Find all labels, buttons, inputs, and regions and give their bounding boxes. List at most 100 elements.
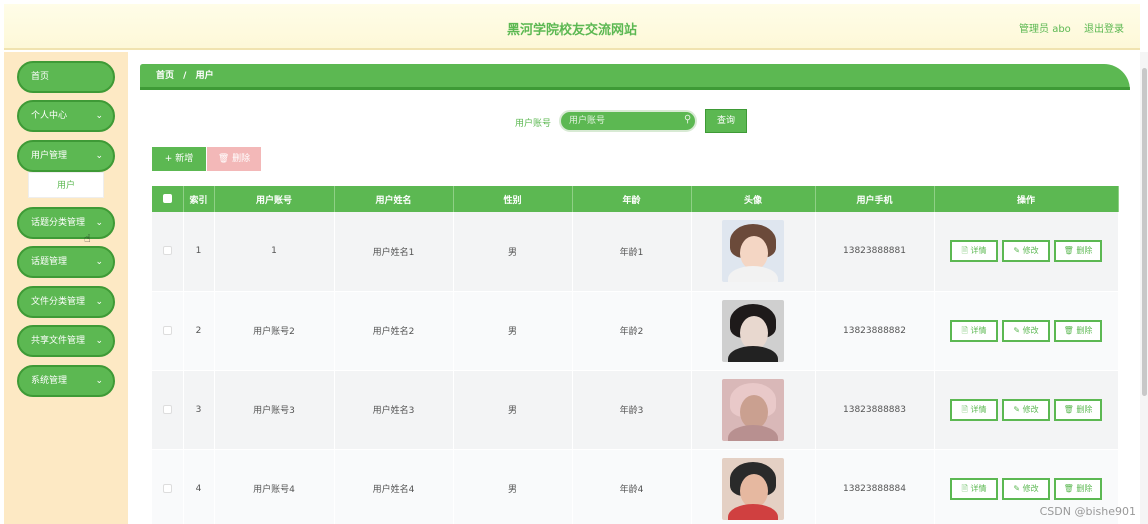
search-input[interactable]	[559, 110, 697, 132]
edit-button[interactable]: ✎ 修改	[1002, 398, 1050, 421]
avatar-face	[740, 473, 768, 508]
avatar-cell	[691, 370, 816, 450]
sidebar-item-topic-management[interactable]: 话题管理 ⌄	[17, 246, 115, 278]
detail-button[interactable]: 🗎 详情	[950, 319, 998, 342]
row-checkbox[interactable]	[162, 404, 172, 414]
sidebar-item-label: 话题管理	[31, 257, 68, 267]
sidebar-item-file-category[interactable]: 文件分类管理 ⌄	[17, 286, 115, 318]
batch-delete-button[interactable]: 🗑 删除	[207, 147, 261, 171]
search-icon: ⚲	[684, 114, 692, 125]
phone-cell: 13823888883	[815, 370, 935, 450]
detail-button[interactable]: 🗎 详情	[950, 240, 998, 263]
table-row: 1 1 用户姓名1 男 年龄1 13823888881 🗎 详情 ✎ 修改 🗑 删除	[152, 212, 1119, 292]
breadcrumb: 首页 / 用户	[140, 64, 1130, 90]
select-all-header	[152, 186, 184, 212]
detail-button[interactable]: 🗎 详情	[950, 477, 998, 500]
operations-cell: 🗎 详情 ✎ 修改 🗑 删除	[934, 212, 1119, 292]
avatar-cell	[691, 449, 816, 524]
avatar-body	[728, 424, 778, 441]
column-header[interactable]: 用户姓名	[334, 186, 454, 212]
operations-cell: 🗎 详情 ✎ 修改 🗑 删除	[934, 291, 1119, 371]
name-cell: 用户姓名2	[334, 291, 454, 371]
delete-button[interactable]: 🗑 删除	[1054, 240, 1102, 263]
avatar[interactable]	[722, 378, 784, 441]
chevron-down-icon: ⌄	[95, 257, 103, 267]
gender-cell: 男	[453, 212, 573, 292]
row-checkbox[interactable]	[162, 483, 172, 493]
breadcrumb-current: 用户	[195, 71, 214, 81]
search-label: 用户账号	[515, 119, 552, 129]
row-checkbox[interactable]	[162, 246, 172, 256]
scrollbar-thumb[interactable]	[1142, 68, 1147, 396]
query-button[interactable]: 查询	[705, 109, 747, 133]
column-header[interactable]: 用户手机	[815, 186, 935, 212]
add-button[interactable]: + 新增	[152, 147, 206, 171]
column-header[interactable]: 索引	[183, 186, 215, 212]
chevron-down-icon: ⌄	[95, 111, 103, 121]
column-header: 头像	[691, 186, 816, 212]
chevron-down-icon: ⌄	[95, 218, 103, 228]
gender-cell: 男	[453, 370, 573, 450]
avatar[interactable]	[722, 299, 784, 362]
sidebar: 首页 个人中心 ⌄ 用户管理 ⌄ 用户 话题分类管理 ⌄ ☝ 话题管理 ⌄ 文件…	[4, 52, 128, 524]
admin-user-label[interactable]: 管理员 abo	[1019, 24, 1071, 35]
watermark: CSDN @bishe901	[1039, 505, 1136, 518]
avatar-body	[728, 503, 778, 520]
avatar-face	[740, 394, 768, 429]
chevron-down-icon: ⌄	[95, 297, 103, 307]
avatar-face	[740, 315, 768, 350]
edit-button[interactable]: ✎ 修改	[1002, 319, 1050, 342]
index-cell: 2	[183, 291, 215, 371]
name-cell: 用户姓名1	[334, 212, 454, 292]
row-checkbox[interactable]	[162, 325, 172, 335]
phone-cell: 13823888881	[815, 212, 935, 292]
age-cell: 年龄3	[572, 370, 692, 450]
account-cell: 1	[214, 212, 335, 292]
sidebar-item-personal-center[interactable]: 个人中心 ⌄	[17, 100, 115, 132]
age-cell: 年龄4	[572, 449, 692, 524]
sidebar-item-label: 系统管理	[31, 376, 68, 386]
row-select-cell	[152, 370, 184, 450]
index-cell: 3	[183, 370, 215, 450]
sidebar-item-shared-files[interactable]: 共享文件管理 ⌄	[17, 325, 115, 357]
avatar-cell	[691, 212, 816, 292]
submenu-item-users[interactable]: 用户	[28, 172, 104, 198]
edit-button[interactable]: ✎ 修改	[1002, 240, 1050, 263]
sidebar-item-label: 共享文件管理	[31, 336, 86, 346]
table-row: 3 用户账号3 用户姓名3 男 年龄3 13823888883 🗎 详情 ✎ 修改…	[152, 370, 1119, 450]
row-select-cell	[152, 212, 184, 292]
column-header[interactable]: 性别	[453, 186, 573, 212]
sidebar-item-label: 文件分类管理	[31, 297, 86, 307]
avatar-face	[740, 236, 768, 271]
sidebar-item-home[interactable]: 首页	[17, 61, 115, 93]
sidebar-item-system[interactable]: 系统管理 ⌄	[17, 365, 115, 397]
sidebar-item-user-management[interactable]: 用户管理 ⌄	[17, 140, 115, 172]
delete-button[interactable]: 🗑 删除	[1054, 319, 1102, 342]
account-cell: 用户账号2	[214, 291, 335, 371]
avatar-cell	[691, 291, 816, 371]
breadcrumb-home[interactable]: 首页	[156, 71, 174, 81]
detail-button[interactable]: 🗎 详情	[950, 398, 998, 421]
avatar[interactable]	[722, 457, 784, 520]
sidebar-item-topic-category[interactable]: 话题分类管理 ⌄	[17, 207, 115, 239]
avatar[interactable]	[722, 220, 784, 283]
table-header-row: 索引 用户账号 用户姓名 性别 年龄 头像 用户手机 操作	[152, 186, 1119, 212]
logout-link[interactable]: 退出登录	[1084, 24, 1124, 35]
chevron-down-icon: ⌄	[95, 151, 103, 161]
delete-button[interactable]: 🗑 删除	[1054, 398, 1102, 421]
edit-button[interactable]: ✎ 修改	[1002, 477, 1050, 500]
avatar-body	[728, 345, 778, 362]
avatar-body	[728, 266, 778, 283]
select-all-checkbox[interactable]	[162, 194, 172, 203]
site-title: 黑河学院校友交流网站	[506, 23, 637, 38]
name-cell: 用户姓名3	[334, 370, 454, 450]
delete-button[interactable]: 🗑 删除	[1054, 477, 1102, 500]
user-info: 管理员 abo 退出登录	[1009, 20, 1124, 35]
column-header: 操作	[934, 186, 1119, 212]
top-header: 黑河学院校友交流网站 管理员 abo 退出登录	[4, 4, 1140, 50]
column-header[interactable]: 用户账号	[214, 186, 335, 212]
account-cell: 用户账号4	[214, 449, 335, 524]
column-header[interactable]: 年龄	[572, 186, 692, 212]
users-table: 索引 用户账号 用户姓名 性别 年龄 头像 用户手机 操作 1 1 用户姓名1 …	[152, 186, 1119, 524]
index-cell: 4	[183, 449, 215, 524]
